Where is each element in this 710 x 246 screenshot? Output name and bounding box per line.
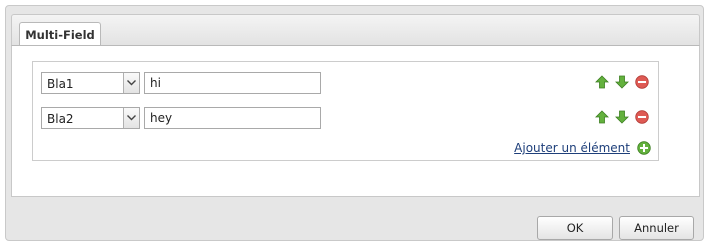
ok-button[interactable]: OK [537, 216, 613, 240]
select-value: Bla2 [47, 112, 74, 126]
value-input[interactable] [144, 72, 321, 94]
arrow-down-icon[interactable] [615, 110, 629, 124]
tab-strip: Multi-Field [11, 14, 700, 48]
add-circle-icon[interactable] [637, 141, 651, 155]
type-select[interactable]: Bla2 [41, 107, 140, 129]
field-row-1: Bla1 [41, 72, 650, 94]
add-item-link[interactable]: Ajouter un élément [514, 141, 630, 155]
chevron-down-icon [127, 80, 136, 86]
remove-circle-icon[interactable] [635, 110, 649, 124]
dropdown-arrow[interactable] [123, 73, 139, 93]
value-input[interactable] [144, 107, 321, 129]
multi-field-container: Bla1 Bla [32, 61, 659, 161]
remove-circle-icon[interactable] [635, 75, 649, 89]
cancel-button[interactable]: Annuler [619, 216, 694, 240]
arrow-up-icon[interactable] [595, 110, 609, 124]
tab-panel: Bla1 Bla [11, 45, 700, 197]
select-value: Bla1 [47, 77, 74, 91]
arrow-down-icon[interactable] [615, 75, 629, 89]
add-item-line: Ajouter un élément [511, 141, 651, 157]
chevron-down-icon [127, 115, 136, 121]
arrow-up-icon[interactable] [595, 75, 609, 89]
dialog: Multi-Field Bla1 hi Bla2 hey Ajouter un … [5, 5, 704, 241]
dropdown-arrow[interactable] [123, 108, 139, 128]
field-row-2: Bla2 [41, 107, 650, 129]
type-select[interactable]: Bla1 [41, 72, 140, 94]
